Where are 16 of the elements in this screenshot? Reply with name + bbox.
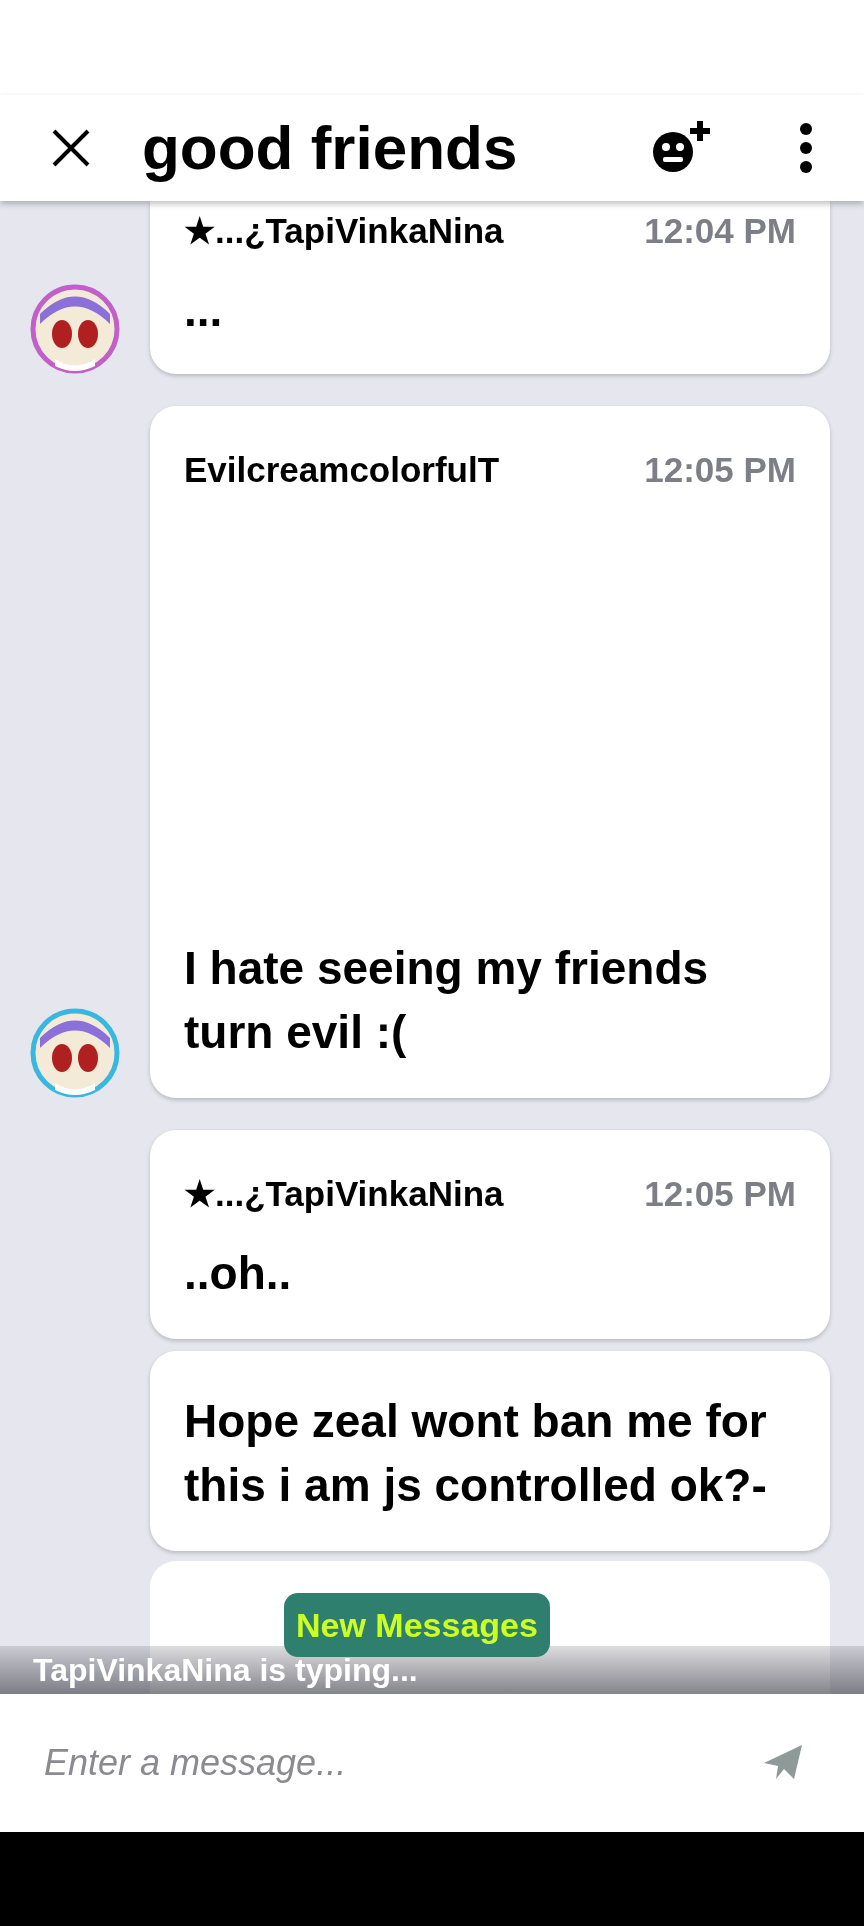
typing-indicator: TapiVinkaNina is typing... bbox=[33, 1654, 418, 1686]
message-text: I hate seeing my friends turn evil :( bbox=[184, 941, 710, 1060]
message-text: ... bbox=[184, 282, 224, 338]
more-options-icon[interactable] bbox=[798, 123, 814, 173]
send-button[interactable] bbox=[742, 1694, 864, 1832]
message-time: 12:04 PM bbox=[644, 210, 796, 252]
sender-name: ★...¿TapiVinkaNina bbox=[184, 1173, 505, 1215]
message-time: 12:05 PM bbox=[644, 448, 796, 491]
sender-name: EvilcreamcolorfulT bbox=[184, 448, 501, 491]
message-text: ..oh.. bbox=[184, 1245, 293, 1301]
message-time: 12:05 PM bbox=[644, 1173, 796, 1215]
new-messages-button[interactable]: New Messages bbox=[284, 1593, 550, 1657]
close-icon[interactable] bbox=[50, 127, 92, 169]
sender-name: ★...¿TapiVinkaNina bbox=[184, 210, 505, 252]
message-text: Hope zeal wont ban me for this i am js controlled ok?- bbox=[184, 1393, 768, 1513]
message-input[interactable]: Enter a message... bbox=[0, 1694, 742, 1832]
